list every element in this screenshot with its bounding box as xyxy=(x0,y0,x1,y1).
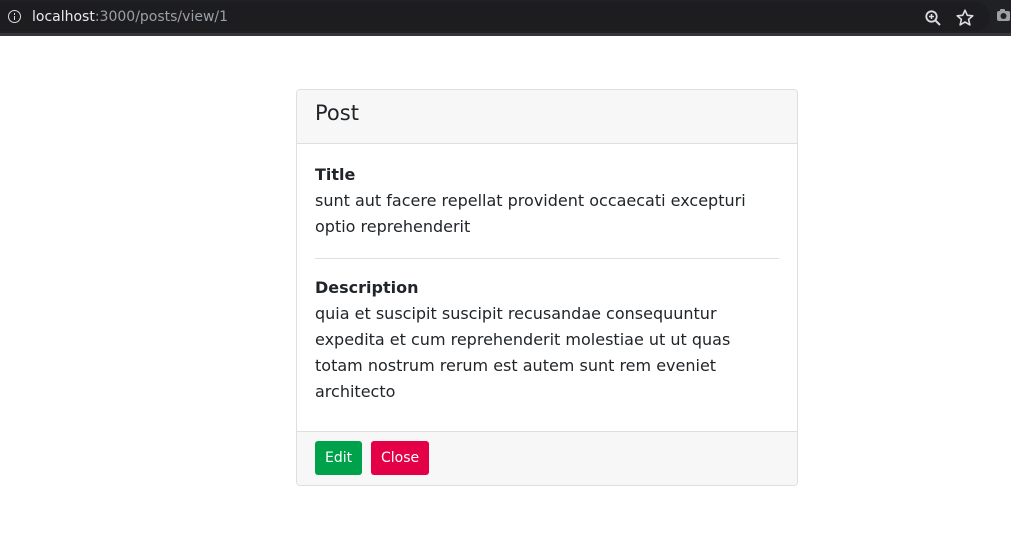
browser-toolbar: localhost:3000/posts/view/1 xyxy=(0,0,1011,36)
description-value: quia et suscipit suscipit recusandae con… xyxy=(315,304,731,401)
edit-button[interactable]: Edit xyxy=(315,441,362,475)
card-title: Post xyxy=(315,101,359,125)
star-icon[interactable] xyxy=(955,8,975,28)
card-footer: Edit Close xyxy=(297,431,797,485)
close-button[interactable]: Close xyxy=(371,441,429,475)
info-icon[interactable] xyxy=(8,10,21,23)
title-value: sunt aut facere repellat provident occae… xyxy=(315,191,746,236)
card-body: Title sunt aut facere repellat provident… xyxy=(297,144,797,433)
card-header: Post xyxy=(297,90,797,144)
url-text[interactable]: localhost:3000/posts/view/1 xyxy=(32,9,228,25)
divider xyxy=(315,258,779,259)
description-field: Description quia et suscipit suscipit re… xyxy=(315,275,779,405)
zoom-icon[interactable] xyxy=(924,9,942,27)
url-path: :3000/posts/view/1 xyxy=(94,9,229,25)
title-field: Title sunt aut facere repellat provident… xyxy=(315,162,779,240)
post-card: Post Title sunt aut facere repellat prov… xyxy=(296,89,798,486)
url-host: localhost xyxy=(32,9,95,25)
description-label: Description xyxy=(315,278,419,297)
address-bar[interactable]: localhost:3000/posts/view/1 xyxy=(0,2,990,31)
title-label: Title xyxy=(315,165,356,184)
extension-icon[interactable] xyxy=(996,8,1011,23)
